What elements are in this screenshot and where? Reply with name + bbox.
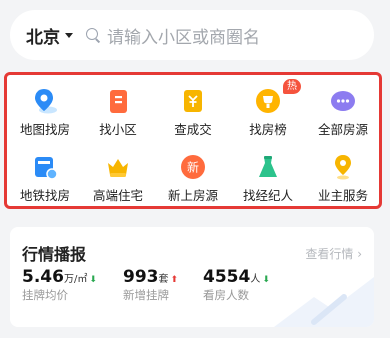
entry-label: 高端住宅 <box>92 188 143 203</box>
entry-label: 地图找房 <box>19 122 70 137</box>
search-icon <box>85 27 101 43</box>
stat-new-listings: 993套 ⬆ 新增挂牌 <box>123 267 178 303</box>
entry-all-listings[interactable]: 全部房源 <box>306 81 380 137</box>
entry-label: 找房榜 <box>249 122 287 137</box>
entry-label: 查成交 <box>174 122 212 137</box>
entry-find-agent[interactable]: 找经纪人 <box>231 147 305 203</box>
entry-label: 业主服务 <box>317 188 368 203</box>
market-report-card[interactable]: 行情播报 查看行情 › 5.46万/㎡ ⬇ 挂牌均价 993套 ⬆ 新增挂牌 455… <box>10 227 374 327</box>
building-icon <box>110 90 127 113</box>
map-pin-icon <box>35 89 57 114</box>
entry-label: 全部房源 <box>317 122 368 137</box>
entry-label: 地铁找房 <box>19 188 70 203</box>
ranking-trophy-icon <box>256 89 280 113</box>
new-listing-icon: 新 <box>181 155 205 179</box>
entry-check-deals[interactable]: 查成交 <box>156 81 230 137</box>
trend-down-icon: ⬇ <box>89 275 97 285</box>
entry-label: 找经纪人 <box>242 188 293 203</box>
stat-label: 挂牌均价 <box>22 288 68 302</box>
deal-money-icon <box>184 90 202 112</box>
search-bar[interactable]: 北京 请输入小区或商圈名 <box>10 10 374 60</box>
agent-icon <box>259 156 277 177</box>
entry-luxury-homes[interactable]: 高端住宅 <box>81 147 155 203</box>
trend-chart-decoration <box>274 277 374 327</box>
stat-avg-price: 5.46万/㎡ ⬇ 挂牌均价 <box>22 267 97 303</box>
stat-value: 4554 <box>203 267 251 287</box>
hot-badge: 热 <box>283 79 301 94</box>
view-market-label[interactable]: 查看行情 <box>305 247 353 261</box>
entry-label: 新上房源 <box>167 188 218 203</box>
quick-entry-grid: 地图找房 找小区 查成交 热 找房榜 全部房源 地铁找房 高端住宅 新 新上房源… <box>4 72 382 209</box>
entry-owner-service[interactable]: 业主服务 <box>306 147 380 203</box>
market-title: 行情播报 <box>22 245 87 264</box>
search-placeholder[interactable]: 请输入小区或商圈名 <box>107 23 260 48</box>
new-icon-text: 新 <box>187 160 199 175</box>
entry-new-listings[interactable]: 新 新上房源 <box>156 147 230 203</box>
stat-unit: 万/㎡ <box>63 274 88 285</box>
stat-label: 新增挂牌 <box>123 288 169 302</box>
entry-find-community[interactable]: 找小区 <box>81 81 155 137</box>
stat-unit: 套 <box>158 274 169 285</box>
entry-map-search[interactable]: 地图找房 <box>8 81 82 137</box>
luxury-crown-icon <box>108 159 128 177</box>
city-selector[interactable]: 北京 <box>26 23 60 48</box>
all-listings-icon <box>331 91 355 111</box>
chevron-right-icon: › <box>357 247 362 261</box>
trend-up-icon: ⬆ <box>170 275 179 285</box>
entry-subway-search[interactable]: 地铁找房 <box>8 147 82 203</box>
entry-label: 找小区 <box>99 122 137 137</box>
stat-value: 5.46 <box>22 267 64 287</box>
stat-label: 看房人数 <box>203 288 249 302</box>
stat-value: 993 <box>123 267 159 287</box>
view-market-link[interactable]: 查看行情 › <box>305 245 362 262</box>
stat-unit: 人 <box>250 274 261 285</box>
caret-down-icon[interactable] <box>65 32 73 38</box>
trend-down-icon: ⬇ <box>262 275 270 285</box>
entry-ranking[interactable]: 热 找房榜 <box>231 79 305 137</box>
subway-icon <box>35 157 58 180</box>
stat-viewers: 4554人 ⬇ 看房人数 <box>203 267 270 303</box>
owner-service-icon <box>335 155 351 180</box>
